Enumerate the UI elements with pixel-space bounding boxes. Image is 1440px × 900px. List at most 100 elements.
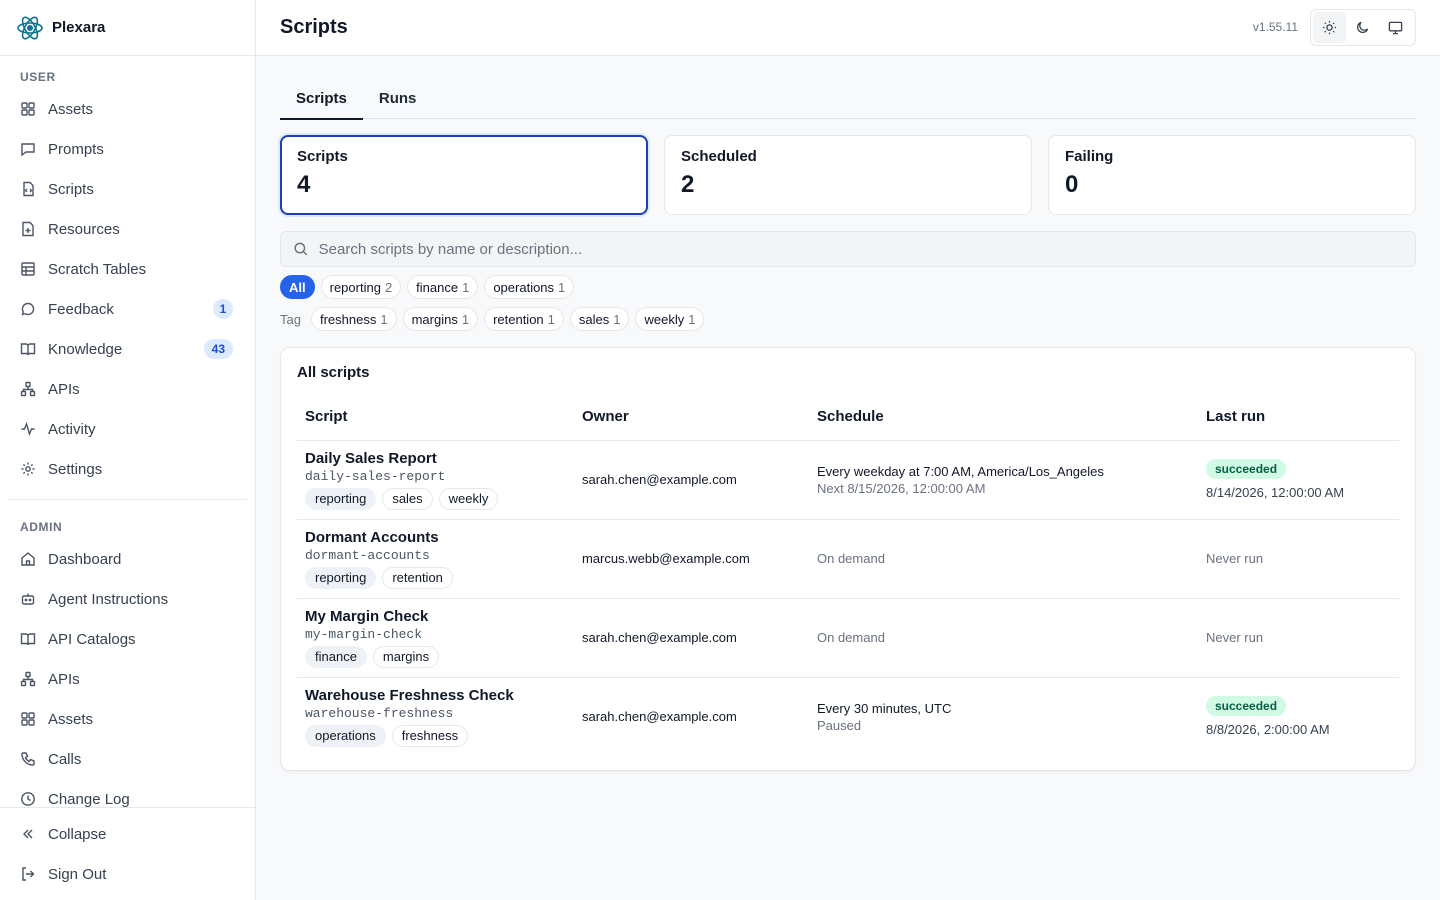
sidebar-item-scripts[interactable]: Scripts xyxy=(0,169,255,209)
filter-chip-reporting[interactable]: reporting 2 xyxy=(320,275,402,299)
stat-cards: Scripts 4 Scheduled 2 Failing 0 xyxy=(280,135,1416,215)
tag-chip-margins[interactable]: margins 1 xyxy=(402,307,479,331)
plexara-logo-icon xyxy=(17,16,43,39)
tag-chip-sales[interactable]: sales 1 xyxy=(569,307,630,331)
chip-count: 1 xyxy=(380,311,388,327)
grid-icon xyxy=(21,102,35,116)
column-header-schedule[interactable]: Schedule xyxy=(809,394,1198,441)
script-tag: sales xyxy=(382,487,433,510)
sidebar-item-calls[interactable]: Calls xyxy=(0,739,255,779)
script-tag: freshness xyxy=(391,724,469,747)
sidebar-item-admin-apis[interactable]: APIs xyxy=(0,659,255,699)
chip-count: 1 xyxy=(461,311,470,327)
tab-scripts[interactable]: Scripts xyxy=(280,80,363,120)
collapse-button[interactable]: Collapse xyxy=(0,814,255,854)
stat-value: 0 xyxy=(1065,171,1079,198)
sidebar-item-resources[interactable]: Resources xyxy=(0,209,255,249)
monitor-icon xyxy=(1388,21,1403,35)
table-row[interactable]: Warehouse Freshness Check warehouse-fres… xyxy=(297,677,1399,756)
table-icon xyxy=(21,262,35,276)
stat-card-scheduled[interactable]: Scheduled 2 xyxy=(664,135,1032,215)
search-icon xyxy=(294,242,308,256)
script-name[interactable]: Dormant Accounts xyxy=(305,529,566,546)
script-name[interactable]: My Margin Check xyxy=(305,608,566,625)
log-out-icon xyxy=(22,867,35,881)
scripts-table: Script Owner Schedule Last run Daily Sal… xyxy=(297,394,1399,756)
column-header-last-run[interactable]: Last run xyxy=(1198,394,1399,441)
sidebar-item-label: Scripts xyxy=(48,180,94,198)
table-row[interactable]: My Margin Check my-margin-check finance … xyxy=(297,598,1399,678)
collapse-label: Collapse xyxy=(48,825,107,843)
activity-icon xyxy=(21,421,35,437)
version-label: v1.55.11 xyxy=(1252,20,1298,34)
sidebar-item-assets[interactable]: Assets xyxy=(0,89,255,129)
tag-chip-freshness[interactable]: freshness 1 xyxy=(310,307,397,331)
tab-runs[interactable]: Runs xyxy=(363,80,433,119)
theme-toggle-group xyxy=(1310,9,1416,46)
filter-chip-finance[interactable]: finance 1 xyxy=(407,275,479,299)
sidebar-item-dashboard[interactable]: Dashboard xyxy=(0,539,255,579)
sidebar-item-scratch-tables[interactable]: Scratch Tables xyxy=(0,249,255,289)
script-tag: retention xyxy=(382,566,453,589)
status-badge: succeeded xyxy=(1206,459,1287,479)
owner-email: sarah.chen@example.com xyxy=(582,709,737,725)
stat-label: Failing xyxy=(1065,148,1114,165)
light-theme-button[interactable] xyxy=(1313,12,1346,43)
sidebar-item-admin-assets[interactable]: Assets xyxy=(0,699,255,739)
chip-count: 1 xyxy=(462,279,470,295)
tab-bar: Scripts Runs xyxy=(280,80,1416,120)
tag-chip-weekly[interactable]: weekly 1 xyxy=(635,307,705,331)
last-run-time: Never run xyxy=(1206,551,1264,566)
grid-icon xyxy=(21,712,35,726)
sidebar-item-label: Calls xyxy=(48,750,82,768)
sidebar-item-agent-instructions[interactable]: Agent Instructions xyxy=(0,579,255,619)
chip-count: 1 xyxy=(547,311,555,327)
filter-chip-operations[interactable]: operations 1 xyxy=(484,275,575,299)
script-name[interactable]: Warehouse Freshness Check xyxy=(305,687,566,704)
sidebar-item-feedback[interactable]: Feedback 1 xyxy=(0,289,255,329)
main-content: Scripts Runs Scripts 4 Scheduled 2 Faili… xyxy=(256,56,1440,900)
sidebar-item-knowledge[interactable]: Knowledge 43 xyxy=(0,329,255,369)
stat-card-scripts[interactable]: Scripts 4 xyxy=(280,135,648,215)
sidebar-item-change-log[interactable]: Change Log xyxy=(0,779,255,807)
script-tag: finance xyxy=(305,645,367,668)
dark-theme-button[interactable] xyxy=(1346,12,1379,43)
book-open-icon xyxy=(20,343,36,356)
filter-chip-all[interactable]: All xyxy=(280,275,315,299)
script-slug: warehouse-freshness xyxy=(305,705,454,721)
section-label-user: USER xyxy=(20,70,56,84)
script-tag: reporting xyxy=(305,487,377,510)
sidebar-item-label: Resources xyxy=(48,220,120,238)
system-theme-button[interactable] xyxy=(1379,12,1412,43)
script-slug: daily-sales-report xyxy=(305,468,446,484)
knowledge-count-badge: 43 xyxy=(203,339,233,359)
chip-label: retention xyxy=(493,311,544,327)
owner-email: sarah.chen@example.com xyxy=(582,630,737,645)
tag-chip-retention[interactable]: retention 1 xyxy=(484,307,564,331)
sidebar-item-apis[interactable]: APIs xyxy=(0,369,255,409)
stat-card-failing[interactable]: Failing 0 xyxy=(1048,135,1416,215)
sun-icon xyxy=(1322,20,1337,35)
sidebar-item-settings[interactable]: Settings xyxy=(0,449,255,489)
script-name[interactable]: Daily Sales Report xyxy=(305,450,566,467)
sidebar-item-api-catalogs[interactable]: API Catalogs xyxy=(0,619,255,659)
table-row[interactable]: Daily Sales Report daily-sales-report re… xyxy=(297,440,1399,520)
sidebar-item-activity[interactable]: Activity xyxy=(0,409,255,449)
search-input[interactable] xyxy=(318,240,1415,258)
table-row[interactable]: Dormant Accounts dormant-accounts report… xyxy=(297,519,1399,599)
sidebar-item-label: APIs xyxy=(48,670,80,688)
schedule-subtext: Next 8/15/2026, 12:00:00 AM xyxy=(817,480,986,496)
status-badge: succeeded xyxy=(1206,696,1287,717)
sidebar-item-prompts[interactable]: Prompts xyxy=(0,129,255,169)
script-slug: my-margin-check xyxy=(305,626,423,642)
last-run-time: 8/14/2026, 12:00:00 AM xyxy=(1206,485,1345,500)
sign-out-button[interactable]: Sign Out xyxy=(0,854,255,894)
column-header-script[interactable]: Script xyxy=(297,394,574,441)
column-header-owner[interactable]: Owner xyxy=(574,394,809,441)
home-icon xyxy=(21,552,35,566)
schedule-subtext: Paused xyxy=(817,717,862,733)
sidebar-item-label: APIs xyxy=(48,380,80,398)
sidebar-item-label: Prompts xyxy=(48,140,104,158)
table-header-row: Script Owner Schedule Last run xyxy=(297,394,1399,441)
brand[interactable]: Plexara xyxy=(0,0,255,56)
